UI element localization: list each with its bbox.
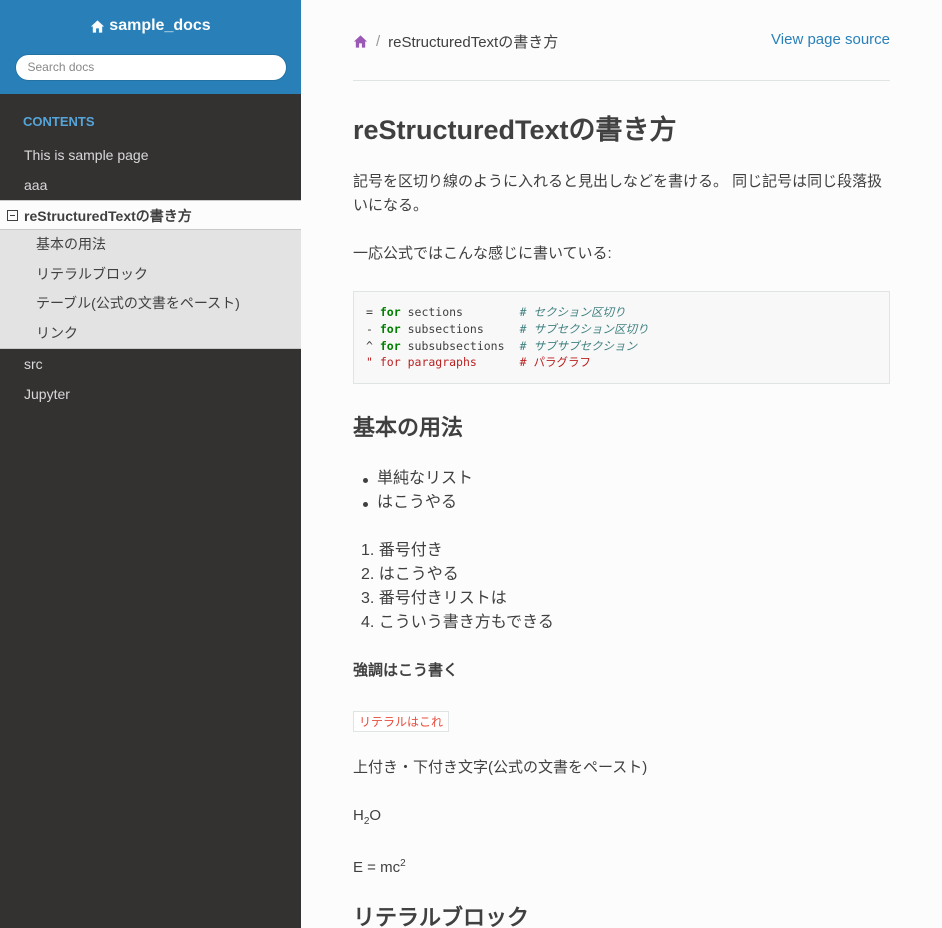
code-line: ^ for subsubsections # サブサブセクション bbox=[366, 338, 637, 353]
supsub-note: 上付き・下付き文字(公式の文書をペースト) bbox=[353, 759, 648, 776]
breadcrumb-current: reStructuredTextの書き方 bbox=[388, 34, 559, 51]
divider bbox=[353, 80, 890, 81]
numbered-list: 1. 番号付き 2. はこうやる 3. 番号付きリストは 4. こういう書き方も… bbox=[353, 539, 554, 635]
list-item: 1. 番号付き bbox=[361, 542, 443, 559]
inline-literal: リテラルはこれ bbox=[353, 711, 450, 732]
list-item: はこうやる bbox=[353, 491, 473, 515]
sidebar-item-sample-page[interactable]: This is sample page bbox=[0, 140, 301, 170]
sidebar: sample_docs CONTENTS This is sample page… bbox=[0, 0, 301, 928]
bullet-list: 単純なリスト はこうやる bbox=[353, 467, 473, 515]
code-line: " for paragraphs # パラグラフ bbox=[366, 355, 591, 370]
view-page-source-link[interactable]: View page source bbox=[771, 31, 890, 48]
h2o-formula: H2O bbox=[353, 807, 382, 827]
project-home-link[interactable]: sample_docs bbox=[90, 14, 211, 38]
list-item: 4. こういう書き方もできる bbox=[361, 614, 554, 631]
sidebar-item-label: reStructuredTextの書き方 bbox=[24, 208, 192, 224]
main-content: / reStructuredTextの書き方 View page source … bbox=[301, 0, 942, 928]
sidebar-item-current[interactable]: reStructuredTextの書き方 bbox=[0, 200, 301, 230]
sidebar-item-src[interactable]: src bbox=[0, 349, 301, 379]
page-title: reStructuredTextの書き方 bbox=[353, 115, 677, 145]
search-input[interactable] bbox=[14, 53, 287, 81]
emc-formula: E = mc2 bbox=[353, 858, 406, 876]
project-name: sample_docs bbox=[109, 17, 211, 34]
contents-caption: CONTENTS bbox=[23, 114, 95, 129]
sidebar-subitem-basic-usage[interactable]: 基本の用法 bbox=[0, 230, 301, 260]
list-item: 単純なリスト bbox=[353, 467, 473, 491]
sidebar-subitem-link[interactable]: リンク bbox=[0, 319, 301, 349]
strong-text: 強調はこう書く bbox=[353, 662, 459, 679]
sidebar-subitem-literal-block[interactable]: リテラルブロック bbox=[0, 260, 301, 290]
breadcrumb-home-icon[interactable] bbox=[353, 34, 368, 49]
collapse-toggle-icon[interactable] bbox=[7, 210, 18, 221]
list-item: 3. 番号付きリストは bbox=[361, 590, 507, 607]
intro-paragraph: 記号を区切り線のように入れると見出しなどを書ける。 同じ記号は同じ段落扱いになる… bbox=[353, 173, 883, 214]
breadcrumb: / reStructuredTextの書き方 bbox=[353, 31, 558, 52]
section-heading-basic-usage: 基本の用法 bbox=[353, 415, 464, 440]
code-line: = for sections # セクション区切り bbox=[366, 305, 626, 319]
sidebar-item-jupyter[interactable]: Jupyter bbox=[0, 379, 301, 409]
official-note: 一応公式ではこんな感じに書いている: bbox=[353, 245, 612, 262]
sidebar-item-aaa[interactable]: aaa bbox=[0, 170, 301, 200]
section-heading-literal-block: リテラルブロック bbox=[353, 905, 530, 928]
sidebar-sublist: 基本の用法 リテラルブロック テーブル(公式の文書をペースト) リンク bbox=[0, 230, 301, 349]
code-line: - for subsections # サブセクション区切り bbox=[366, 321, 649, 336]
sidebar-subitem-table[interactable]: テーブル(公式の文書をペースト) bbox=[0, 289, 301, 319]
sidebar-header: sample_docs bbox=[0, 0, 301, 94]
list-item: 2. はこうやる bbox=[361, 566, 459, 583]
code-block: = for sections # セクション区切り - for subsection… bbox=[353, 291, 890, 384]
breadcrumb-separator: / bbox=[376, 33, 381, 50]
home-icon bbox=[91, 19, 105, 33]
